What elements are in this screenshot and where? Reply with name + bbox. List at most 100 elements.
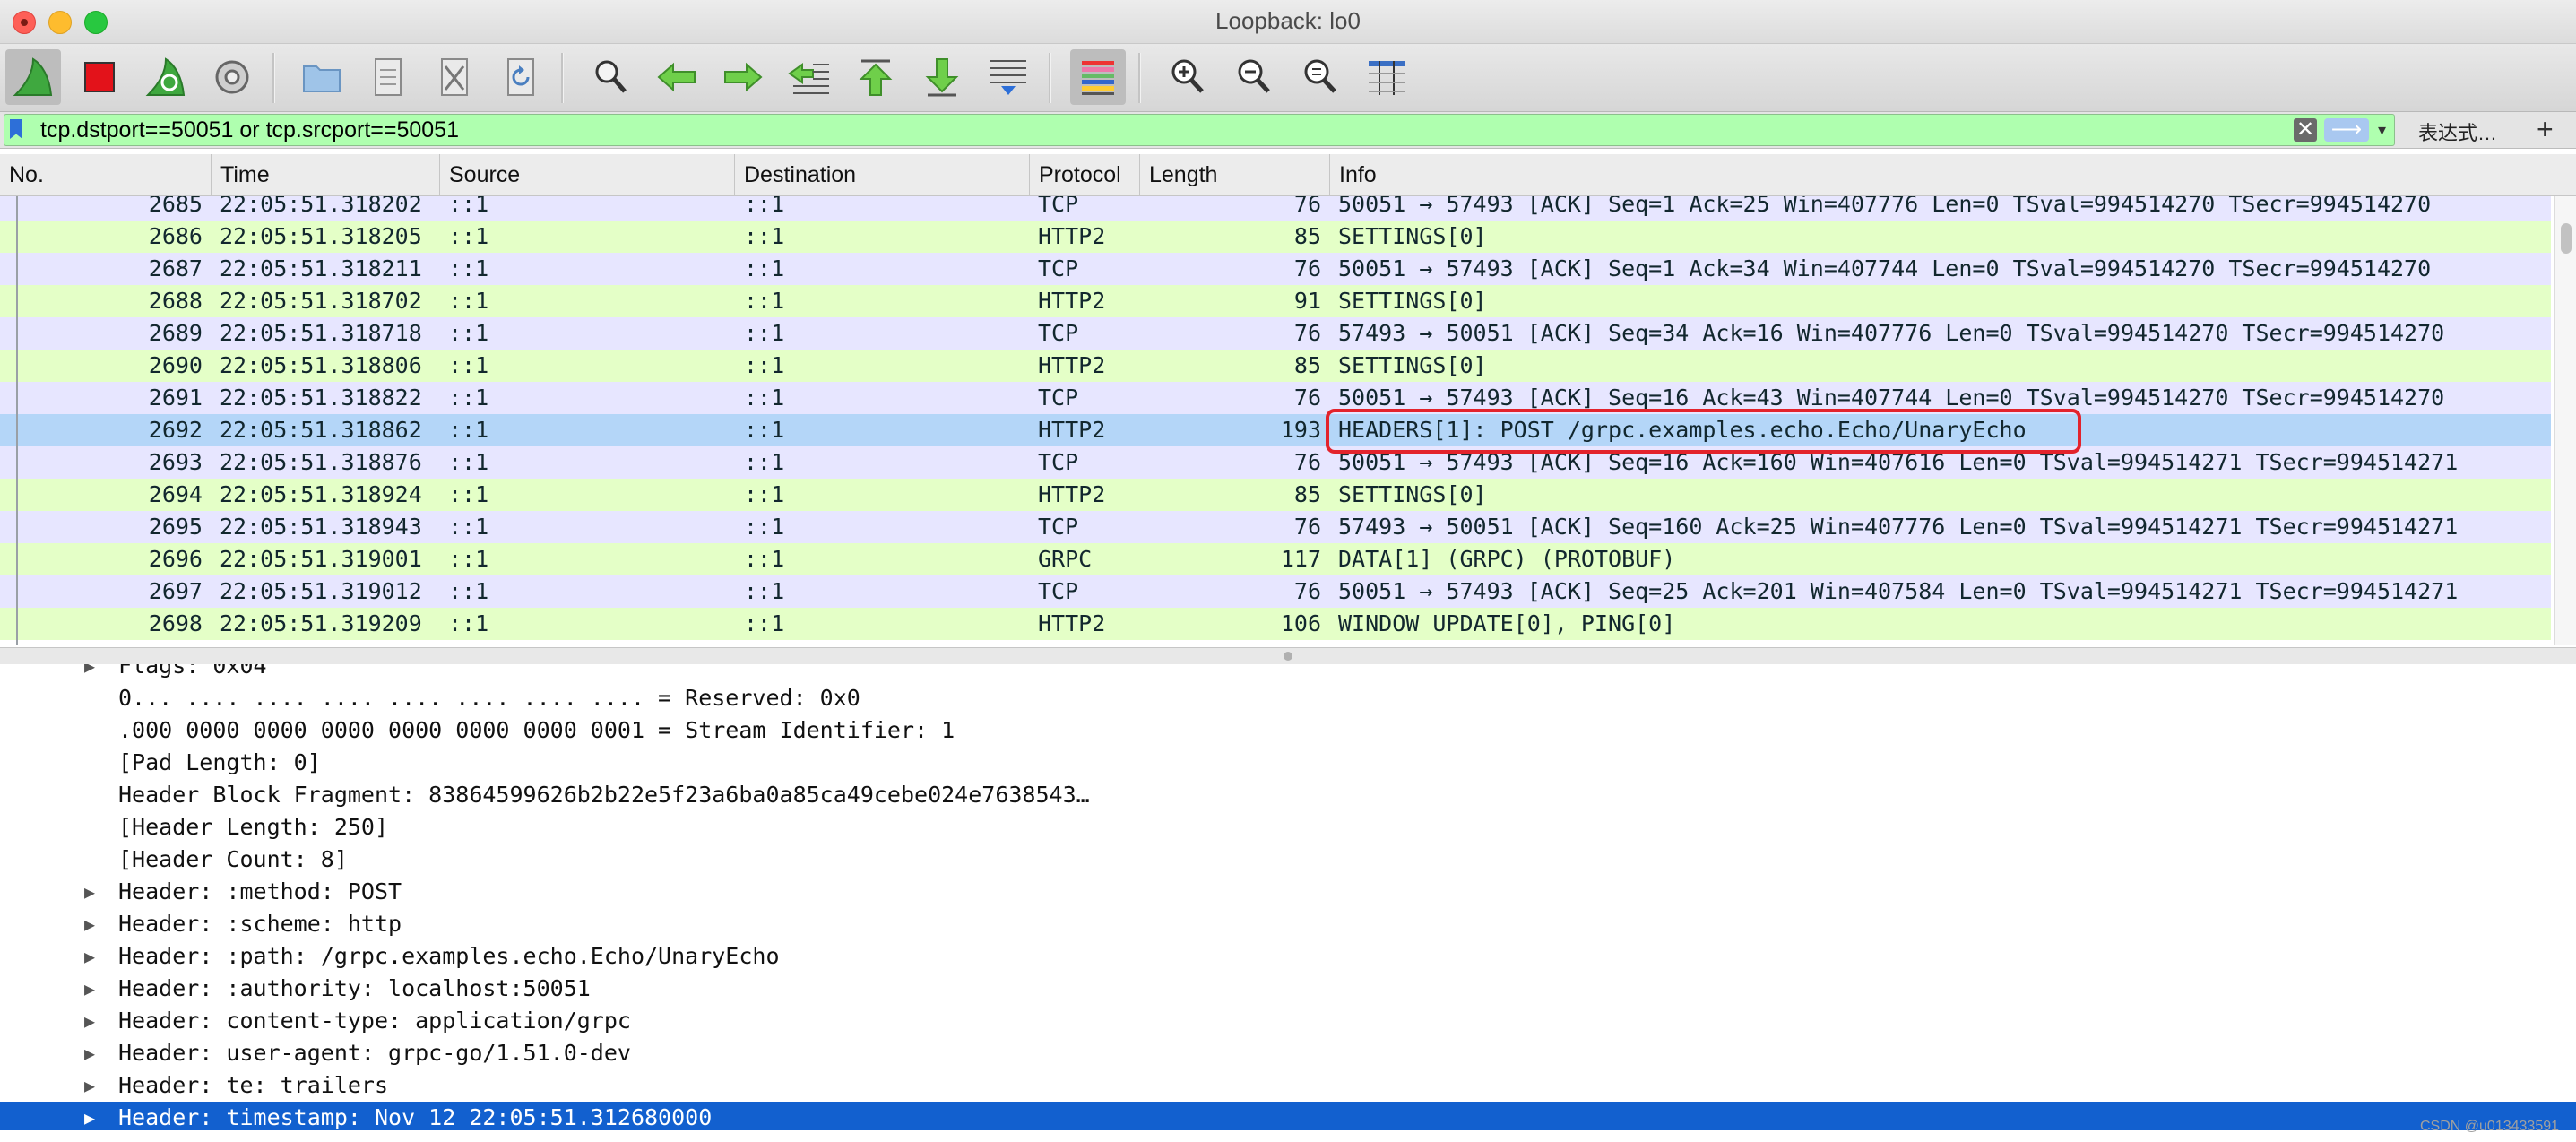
expand-triangle-icon[interactable]: ▶ [84, 1037, 95, 1069]
clear-filter-button[interactable]: ✕ [2294, 118, 2317, 142]
detail-text: [Pad Length: 0] [118, 749, 321, 775]
packet-cell-len: 76 [1293, 578, 1321, 604]
packet-row[interactable]: 2691 22:05:51.318822::1::1 TCP 76 50051 → 57… [0, 382, 2551, 414]
detail-tree-item[interactable]: ▶ Header: :scheme: http [0, 908, 2576, 940]
packet-row[interactable]: 2692 22:05:51.318862::1::1 HTTP2 193 HEADERS… [0, 414, 2551, 446]
reload-file-button[interactable] [493, 49, 549, 105]
splitter-handle[interactable] [1284, 652, 1292, 661]
expand-triangle-icon[interactable]: ▶ [84, 1102, 95, 1130]
packet-cell-src: ::1 [448, 610, 489, 636]
column-header-destination[interactable]: Destination [735, 154, 1030, 195]
go-forward-button[interactable] [715, 49, 771, 105]
detail-tree-item[interactable]: ▶ Header: :authority: localhost:50051 [0, 973, 2576, 1005]
detail-tree-item[interactable]: ▶ Header: te: trailers [0, 1069, 2576, 1102]
zoom-in-button[interactable] [1160, 49, 1215, 105]
packet-row[interactable]: 2686 22:05:51.318205::1::1 HTTP2 85 SETTINGS… [0, 221, 2551, 253]
packet-cell-proto: HTTP2 [1038, 481, 1106, 507]
packet-row[interactable]: 2698 22:05:51.319209::1::1 HTTP2 106 WINDOW_… [0, 608, 2551, 640]
search-magnifier-icon [595, 60, 627, 93]
go-last-packet-button[interactable] [914, 49, 970, 105]
zoom-out-button[interactable] [1226, 49, 1282, 105]
window-title: Loopback: lo0 [1215, 7, 1361, 34]
expand-triangle-icon[interactable]: ▶ [84, 876, 95, 908]
packet-cell-info: SETTINGS[0] [1338, 481, 1487, 507]
detail-tree-item[interactable]: ▶ Flags: 0x04 [0, 664, 2576, 682]
detail-tree-item[interactable]: Header Block Fragment: 83864599626b2b22e… [0, 779, 2576, 811]
column-header-protocol[interactable]: Protocol [1030, 154, 1140, 195]
packet-row[interactable]: 2685 22:05:51.318202::1::1 TCP 76 50051 → 57… [0, 196, 2551, 221]
packet-row[interactable]: 2687 22:05:51.318211::1::1 TCP 76 50051 → 57… [0, 253, 2551, 285]
capture-options-button[interactable] [204, 49, 260, 105]
packet-cell-proto: HTTP2 [1038, 417, 1106, 443]
bookmark-icon[interactable] [10, 119, 22, 139]
go-forward-arrow-icon [724, 62, 763, 92]
column-header-no[interactable]: No. [0, 154, 212, 195]
title-bar: Loopback: lo0 [0, 0, 2576, 44]
packet-cell-time: 22:05:51.319012 [220, 578, 422, 604]
expand-triangle-icon[interactable]: ▶ [84, 1069, 95, 1102]
packet-row[interactable]: 2688 22:05:51.318702::1::1 HTTP2 91 SETTINGS… [0, 285, 2551, 317]
packet-details-pane[interactable]: ▶ Flags: 0x04 0... .... .... .... .... ...… [0, 664, 2576, 1130]
packet-list[interactable]: 2685 22:05:51.318202::1::1 TCP 76 50051 → 57… [0, 196, 2551, 645]
display-filter-input[interactable]: tcp.dstport==50051 or tcp.srcport==50051… [4, 114, 2395, 146]
filter-history-dropdown[interactable]: ▾ [2378, 118, 2386, 142]
packet-list-scrollbar[interactable] [2554, 196, 2576, 645]
go-to-packet-button[interactable] [782, 49, 837, 105]
detail-tree-item[interactable]: ▶ Header: :method: POST [0, 876, 2576, 908]
display-filter-bar: tcp.dstport==50051 or tcp.srcport==50051… [0, 112, 2576, 149]
go-first-packet-button[interactable] [848, 49, 903, 105]
packet-row[interactable]: 2695 22:05:51.318943::1::1 TCP 76 57493 → 50… [0, 511, 2551, 543]
colorize-button[interactable] [1070, 49, 1126, 105]
packet-row[interactable]: 2690 22:05:51.318806::1::1 HTTP2 85 SETTINGS… [0, 350, 2551, 382]
display-filter-value[interactable]: tcp.dstport==50051 or tcp.srcport==50051 [40, 117, 459, 143]
go-back-button[interactable] [649, 49, 705, 105]
expand-triangle-icon[interactable]: ▶ [84, 664, 95, 682]
restart-capture-button[interactable] [138, 49, 194, 105]
packet-row[interactable]: 2693 22:05:51.318876::1::1 TCP 76 50051 → 57… [0, 446, 2551, 479]
packet-cell-info: SETTINGS[0] [1338, 352, 1487, 378]
column-header-info[interactable]: Info [1330, 154, 2576, 195]
open-file-button[interactable] [294, 49, 350, 105]
detail-tree-item[interactable]: ▶ Header: user-agent: grpc-go/1.51.0-dev [0, 1037, 2576, 1069]
pane-splitter[interactable] [0, 647, 2576, 665]
column-header-length[interactable]: Length [1140, 154, 1330, 195]
packet-row[interactable]: 2697 22:05:51.319012::1::1 TCP 76 50051 → 57… [0, 575, 2551, 608]
packet-row[interactable]: 2689 22:05:51.318718::1::1 TCP 76 57493 → 50… [0, 317, 2551, 350]
detail-tree-item[interactable]: 0... .... .... .... .... .... .... .... … [0, 682, 2576, 714]
packet-row[interactable]: 2694 22:05:51.318924::1::1 HTTP2 85 SETTINGS… [0, 479, 2551, 511]
column-header-source[interactable]: Source [440, 154, 735, 195]
expand-triangle-icon[interactable]: ▶ [84, 940, 95, 973]
packet-cell-len: 85 [1293, 223, 1321, 249]
packet-row[interactable]: 2696 22:05:51.319001::1::1 GRPC 117 DATA[1] … [0, 543, 2551, 575]
packet-cell-src: ::1 [448, 385, 489, 411]
zoom-normal-button[interactable] [1292, 49, 1348, 105]
detail-tree-item[interactable]: ▶ Header: timestamp: Nov 12 22:05:51.3126… [0, 1102, 2576, 1130]
start-capture-button[interactable] [5, 49, 61, 105]
apply-filter-button[interactable]: ⟶ [2324, 118, 2369, 142]
add-filter-button[interactable]: + [2537, 112, 2554, 146]
find-packet-button[interactable] [583, 49, 638, 105]
stop-capture-button[interactable] [72, 49, 127, 105]
detail-tree-item[interactable]: [Header Length: 250] [0, 811, 2576, 844]
expand-triangle-icon[interactable]: ▶ [84, 908, 95, 940]
scrollbar-thumb[interactable] [2561, 223, 2572, 254]
detail-tree-item[interactable]: ▶ Header: content-type: application/grpc [0, 1005, 2576, 1037]
detail-tree-item[interactable]: [Pad Length: 0] [0, 747, 2576, 779]
resize-columns-button[interactable] [1359, 49, 1414, 105]
packet-cell-time: 22:05:51.318702 [220, 288, 422, 314]
packet-cell-len: 117 [1280, 546, 1321, 572]
detail-tree-item[interactable]: ▶ Header: :path: /grpc.examples.echo.Echo… [0, 940, 2576, 973]
packet-cell-proto: HTTP2 [1038, 352, 1106, 378]
expression-button[interactable]: 表达式… [2418, 117, 2497, 146]
packet-cell-src: ::1 [448, 546, 489, 572]
detail-tree-item[interactable]: [Header Count: 8] [0, 844, 2576, 876]
save-file-button[interactable] [360, 49, 416, 105]
expand-triangle-icon[interactable]: ▶ [84, 1005, 95, 1037]
detail-tree-item[interactable]: .000 0000 0000 0000 0000 0000 0000 0001 … [0, 714, 2576, 747]
packet-cell-info: SETTINGS[0] [1338, 223, 1487, 249]
autoscroll-button[interactable] [981, 49, 1036, 105]
expand-triangle-icon[interactable]: ▶ [84, 973, 95, 1005]
column-header-time[interactable]: Time [212, 154, 440, 195]
close-file-button[interactable] [427, 49, 482, 105]
packet-cell-dst: ::1 [744, 288, 785, 314]
